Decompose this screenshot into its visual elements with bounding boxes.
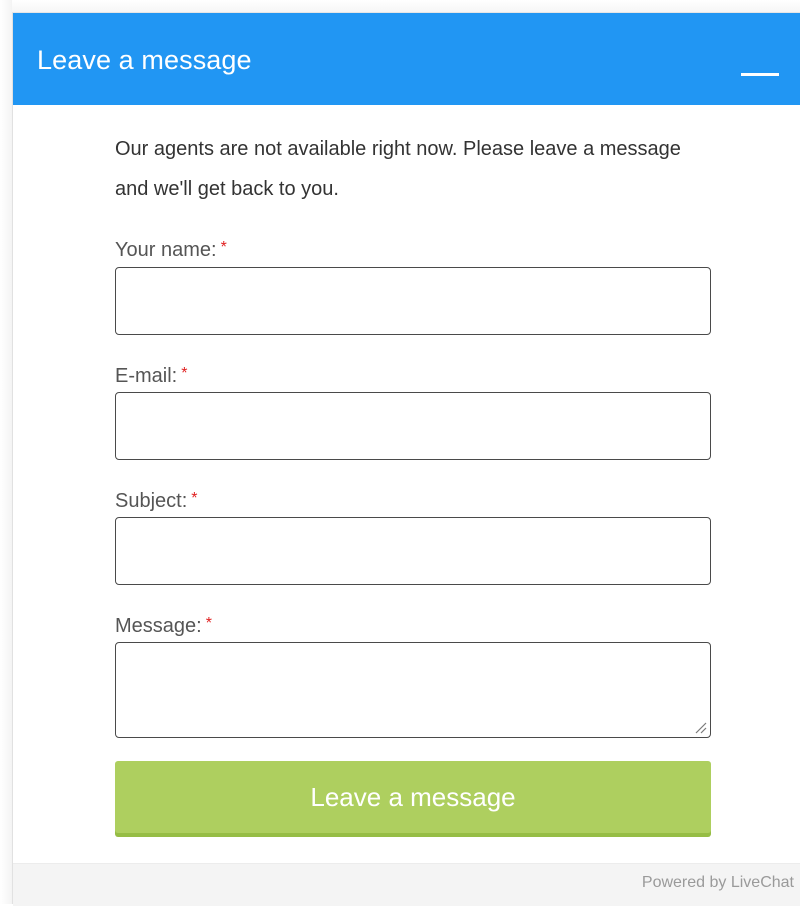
minimize-icon	[741, 73, 779, 76]
message-label-text: Message:	[115, 615, 202, 637]
powered-by-link[interactable]: Powered by LiveChat	[642, 874, 794, 892]
name-label-text: Your name:	[115, 239, 217, 261]
widget-header: Leave a message	[13, 13, 800, 105]
required-marker: *	[181, 365, 188, 382]
widget-footer: Powered by LiveChat	[13, 863, 800, 906]
message-field-label: Message: *	[115, 613, 212, 639]
name-input[interactable]	[115, 267, 711, 335]
subject-field-label: Subject: *	[115, 488, 198, 514]
name-field-label: Your name: *	[115, 237, 227, 263]
required-marker: *	[205, 615, 212, 632]
resize-handle-icon[interactable]	[693, 720, 707, 734]
subject-input[interactable]	[115, 517, 711, 585]
minimize-button[interactable]	[729, 43, 785, 83]
subject-label-text: Subject:	[115, 490, 188, 512]
offline-intro-text: Our agents are not available right now. …	[115, 138, 681, 200]
header-title: Leave a message	[37, 45, 252, 75]
message-textarea[interactable]	[115, 642, 711, 738]
required-marker: *	[191, 490, 198, 507]
email-label-text: E-mail:	[115, 365, 178, 387]
email-field-label: E-mail: *	[115, 363, 187, 389]
page-top-edge	[0, 0, 800, 12]
page-left-edge	[0, 0, 12, 904]
email-input[interactable]	[115, 392, 711, 460]
leave-message-button[interactable]: Leave a message	[115, 761, 711, 833]
required-marker: *	[220, 239, 227, 256]
chat-widget: Leave a message Our agents are not avail…	[12, 12, 800, 906]
